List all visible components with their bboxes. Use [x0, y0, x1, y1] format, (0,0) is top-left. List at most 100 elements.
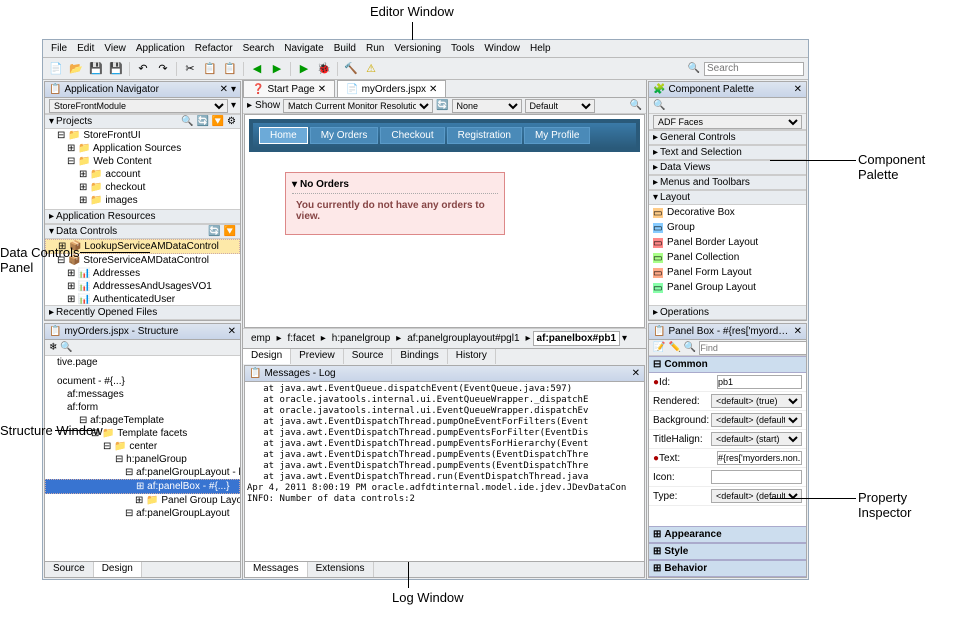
palette-item[interactable]: ▭Decorative Box	[649, 205, 806, 220]
prop-type[interactable]: <default> (default)	[711, 489, 802, 503]
palette-category[interactable]: Text and Selection	[660, 147, 742, 158]
palette-item[interactable]: ▭Panel Group Layout	[649, 280, 806, 295]
structure-item[interactable]: ⊟ h:panelGroup	[45, 453, 240, 466]
editor-canvas[interactable]: Home My Orders Checkout Registration My …	[244, 114, 645, 328]
save-icon[interactable]: 💾	[87, 61, 105, 77]
prop-text[interactable]	[717, 451, 802, 465]
close-icon[interactable]: ✕	[318, 84, 326, 95]
data-control-item[interactable]: ⊞ 📊 AuthenticatedUser	[45, 293, 240, 305]
prop-category-appearance[interactable]: Appearance	[664, 529, 721, 540]
operations-section[interactable]: Operations	[660, 307, 709, 318]
page-tab-checkout[interactable]: Checkout	[380, 127, 444, 144]
tree-item[interactable]: ⊞ 📁 Application Sources	[45, 142, 240, 155]
recent-files-section[interactable]: Recently Opened Files	[56, 307, 157, 318]
palette-item[interactable]: ▭Panel Border Layout	[649, 235, 806, 250]
tree-item[interactable]: ⊞ 📁 checkout	[45, 181, 240, 194]
close-icon[interactable]: ✕	[794, 84, 802, 95]
tree-item[interactable]: ⊟ 📁 StoreFrontUI	[45, 129, 240, 142]
forward-icon[interactable]: ▶	[268, 61, 286, 77]
view-tab-preview[interactable]: Preview	[291, 349, 344, 364]
saveall-icon[interactable]: 💾	[107, 61, 125, 77]
cut-icon[interactable]: ✂	[181, 61, 199, 77]
structure-item[interactable]: ⊞ 📁 Panel Group Layout facets	[45, 494, 240, 507]
close-icon[interactable]: ✕	[220, 84, 228, 95]
palette-category[interactable]: Data Views	[660, 162, 710, 173]
menu-refactor[interactable]: Refactor	[191, 42, 237, 55]
menu-run[interactable]: Run	[362, 42, 388, 55]
data-control-item[interactable]: ⊞ 📊 AddressesAndUsagesVO1	[45, 280, 240, 293]
redo-icon[interactable]: ↷	[154, 61, 172, 77]
log-tab-messages[interactable]: Messages	[245, 562, 308, 577]
refresh-icon[interactable]: 🔄	[436, 100, 448, 111]
breadcrumb-item[interactable]: f:facet	[283, 331, 318, 346]
build-icon[interactable]: 🔨	[342, 61, 360, 77]
run-icon[interactable]: ▶	[295, 61, 313, 77]
menu-edit[interactable]: Edit	[73, 42, 98, 55]
menu-navigate[interactable]: Navigate	[280, 42, 327, 55]
structure-tab-design[interactable]: Design	[94, 562, 142, 577]
breadcrumb-item[interactable]: af:panelbox#pb1	[533, 331, 620, 346]
palette-category[interactable]: Menus and Toolbars	[660, 177, 750, 188]
log-output[interactable]: at java.awt.EventQueue.dispatchEvent(Eve…	[245, 382, 644, 562]
warning-icon[interactable]: ⚠	[362, 61, 380, 77]
view-tab-bindings[interactable]: Bindings	[392, 349, 447, 364]
page-tab-home[interactable]: Home	[259, 127, 308, 144]
palette-item[interactable]: ▭Group	[649, 220, 806, 235]
project-dropdown[interactable]: StoreFrontModule	[49, 99, 228, 113]
tree-item[interactable]: ⊟ 📁 Web Content	[45, 155, 240, 168]
prop-id[interactable]	[717, 375, 802, 389]
structure-item[interactable]: ⊟ af:panelGroupLayout	[45, 507, 240, 520]
new-icon[interactable]: 📄	[47, 61, 65, 77]
editor-tab-start[interactable]: ❓Start Page✕	[243, 80, 335, 97]
none-dropdown[interactable]: None	[452, 99, 522, 113]
palette-category[interactable]: General Controls	[660, 132, 736, 143]
minimize-icon[interactable]: ▾	[231, 84, 236, 95]
page-tab-myprofile[interactable]: My Profile	[524, 127, 590, 144]
close-icon[interactable]: ✕	[228, 326, 236, 337]
log-tab-extensions[interactable]: Extensions	[308, 562, 374, 577]
menu-view[interactable]: View	[100, 42, 130, 55]
breadcrumb-item[interactable]: emp	[247, 331, 274, 346]
menu-versioning[interactable]: Versioning	[390, 42, 445, 55]
menu-window[interactable]: Window	[480, 42, 524, 55]
structure-item[interactable]: ⊟ af:panelGroupLayout - horizontal	[45, 466, 240, 479]
freeze-icon[interactable]: ❄	[49, 342, 57, 353]
prop-category-common[interactable]: Common	[664, 359, 707, 370]
default-dropdown[interactable]: Default	[525, 99, 595, 113]
menu-search[interactable]: Search	[239, 42, 279, 55]
collapse-icon[interactable]: ▾	[292, 179, 297, 190]
page-tab-myorders[interactable]: My Orders	[310, 127, 379, 144]
view-tab-design[interactable]: Design	[243, 349, 291, 364]
structure-item[interactable]: ⊟ 📁 center	[45, 440, 240, 453]
structure-tab-source[interactable]: Source	[45, 562, 94, 577]
close-icon[interactable]: ✕	[632, 368, 640, 379]
undo-icon[interactable]: ↶	[134, 61, 152, 77]
prop-titlehalign[interactable]: <default> (start)	[711, 432, 802, 446]
palette-category[interactable]: Layout	[660, 192, 690, 203]
back-icon[interactable]: ◀	[248, 61, 266, 77]
menu-file[interactable]: File	[47, 42, 71, 55]
tree-item[interactable]: ⊞ 📁 account	[45, 168, 240, 181]
prop-rendered[interactable]: <default> (true)	[711, 394, 802, 408]
menu-tools[interactable]: Tools	[447, 42, 478, 55]
page-tab-registration[interactable]: Registration	[447, 127, 522, 144]
structure-item[interactable]: tive.page	[45, 356, 240, 369]
editor-tab-myorders[interactable]: 📄myOrders.jspx✕	[337, 80, 446, 97]
breadcrumb-item[interactable]: h:panelgroup	[328, 331, 394, 346]
prop-category-behavior[interactable]: Behavior	[664, 563, 707, 574]
structure-item[interactable]: af:messages	[45, 388, 240, 401]
paste-icon[interactable]: 📋	[221, 61, 239, 77]
structure-item[interactable]: af:form	[45, 401, 240, 414]
data-controls-section[interactable]: Data Controls	[56, 226, 117, 237]
view-tab-history[interactable]: History	[448, 349, 496, 364]
palette-item[interactable]: ▭Panel Collection	[649, 250, 806, 265]
copy-icon[interactable]: 📋	[201, 61, 219, 77]
resolution-dropdown[interactable]: Match Current Monitor Resolution	[283, 99, 433, 113]
menu-build[interactable]: Build	[330, 42, 360, 55]
prop-category-style[interactable]: Style	[664, 546, 688, 557]
prop-background[interactable]: <default> (default)	[711, 413, 802, 427]
prop-icon[interactable]	[711, 470, 802, 484]
app-resources-section[interactable]: Application Resources	[56, 211, 156, 222]
inspector-find[interactable]	[699, 341, 807, 355]
debug-icon[interactable]: 🐞	[315, 61, 333, 77]
